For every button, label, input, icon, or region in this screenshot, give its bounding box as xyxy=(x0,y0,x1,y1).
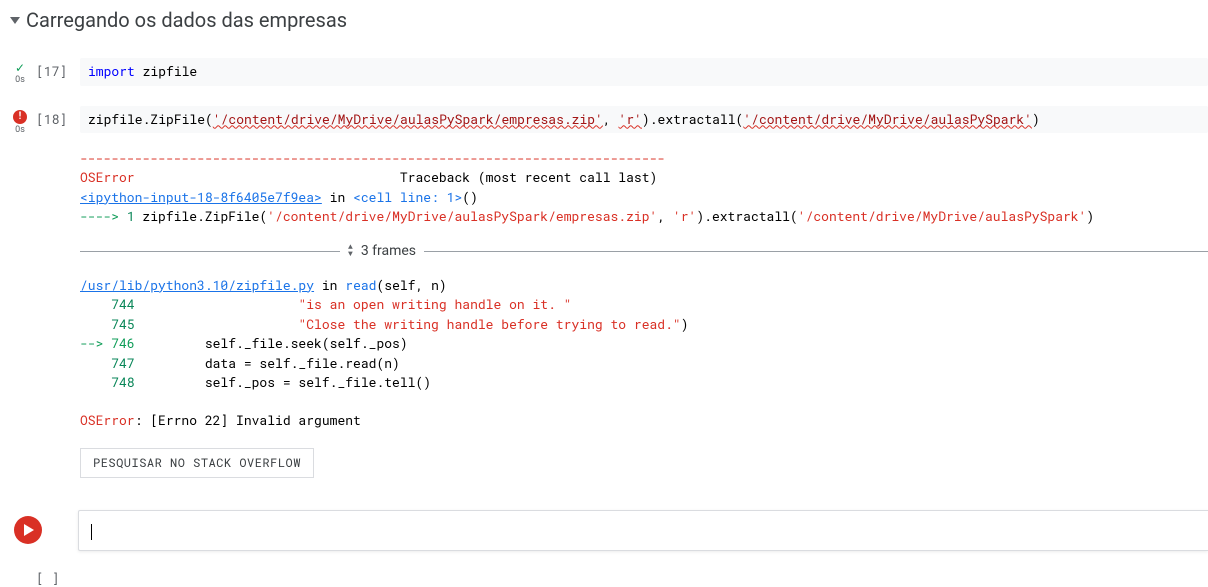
exec-time: 0s xyxy=(15,125,25,135)
error-icon: ! xyxy=(13,110,27,124)
active-code-cell[interactable] xyxy=(8,510,1208,551)
code-cell[interactable]: ✓ 0s [17] import zipfile xyxy=(4,58,1208,86)
tb-line: ----> 1 zipfile.ZipFile('/content/drive/… xyxy=(80,207,1208,227)
cell-line: <cell line: 1> xyxy=(353,188,462,206)
final-error: OSError: [Errno 22] Invalid argument xyxy=(80,411,1208,431)
error-name: OSError xyxy=(80,168,135,186)
code-text: zipfile.ZipFile( xyxy=(88,110,213,128)
arrow-icon: --> 746 xyxy=(80,334,135,352)
error-header: OSError Traceback (most recent call last… xyxy=(80,168,1208,188)
tb-line: 748 self._pos = self._file.tell() xyxy=(80,373,1208,393)
tb-line: 745 "Close the writing handle before try… xyxy=(80,315,1208,335)
string-literal: 'r' xyxy=(619,110,642,128)
code-text: zipfile xyxy=(135,62,197,80)
tb-line: 747 data = self._file.read(n) xyxy=(80,354,1208,374)
check-icon: ✓ xyxy=(15,62,25,74)
search-stackoverflow-button[interactable]: PESQUISAR NO STACK OVERFLOW xyxy=(80,448,314,478)
tb-line: --> 746 self._file.seek(self._pos) xyxy=(80,334,1208,354)
code-text: , xyxy=(603,110,619,128)
dashes: ----------------------------------------… xyxy=(80,149,1208,169)
code-input[interactable]: import zipfile xyxy=(80,58,1208,86)
tb-line: 744 "is an open writing handle on it. " xyxy=(80,295,1208,315)
code-text: ).extractall( xyxy=(642,110,743,128)
section-header: Carregando os dados das empresas xyxy=(4,0,1208,38)
section-title: Carregando os dados das empresas xyxy=(26,8,347,32)
keyword: import xyxy=(88,62,135,80)
code-cell[interactable]: ! 0s [18] zipfile.ZipFile('/content/driv… xyxy=(4,106,1208,135)
code-text: ) xyxy=(1032,110,1040,128)
cell-output: ----------------------------------------… xyxy=(4,149,1208,479)
code-input[interactable]: zipfile.ZipFile('/content/drive/MyDrive/… xyxy=(80,106,1208,134)
cell-prompt: [18] xyxy=(36,106,80,128)
cell-gutter: ✓ 0s xyxy=(4,58,36,85)
string-literal: '/content/drive/MyDrive/aulasPySpark/emp… xyxy=(213,110,603,128)
cell-gutter: ! 0s xyxy=(4,106,36,135)
ipython-link[interactable]: <ipython-input-18-8f6405e7f9ea> xyxy=(80,188,322,206)
file-link[interactable]: /usr/lib/python3.10/zipfile.py xyxy=(80,276,314,294)
string-literal: '/content/drive/MyDrive/aulasPySpark' xyxy=(743,110,1032,128)
tb-location: /usr/lib/python3.10/zipfile.py in read(s… xyxy=(80,276,1208,296)
frames-divider: ▲▼ 3 frames xyxy=(80,241,1208,262)
function-name: read xyxy=(345,276,376,294)
error-name: OSError xyxy=(80,411,135,429)
tb-location: <ipython-input-18-8f6405e7f9ea> in <cell… xyxy=(80,188,1208,208)
code-input[interactable] xyxy=(78,510,1208,551)
cell-prompt: [17] xyxy=(36,58,80,80)
expand-frames-icon[interactable]: ▲▼ xyxy=(348,244,353,258)
exec-time: 0s xyxy=(15,75,25,85)
frames-count[interactable]: 3 frames xyxy=(361,241,416,262)
cell-prompt: [ ] xyxy=(36,569,59,587)
text-cursor xyxy=(91,524,92,540)
empty-code-cell[interactable]: [ ] xyxy=(4,569,1208,587)
play-icon xyxy=(14,516,42,544)
run-button[interactable] xyxy=(8,510,48,550)
arrow-icon: ----> xyxy=(80,207,127,225)
collapse-icon[interactable] xyxy=(10,17,20,24)
